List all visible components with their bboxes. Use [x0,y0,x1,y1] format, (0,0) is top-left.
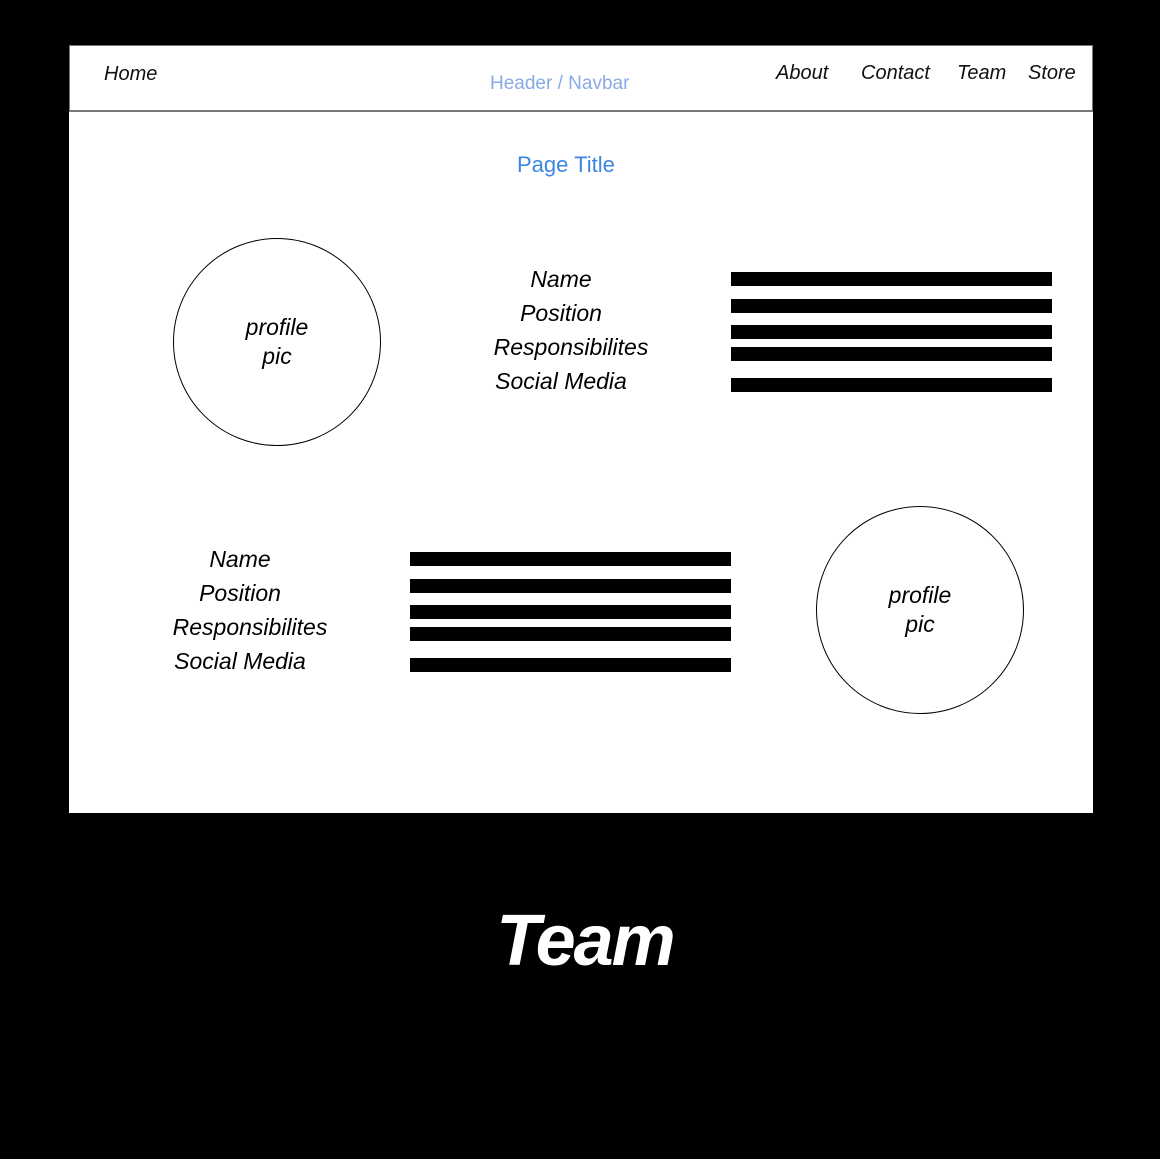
nav-team-link[interactable]: Team [957,62,1006,85]
member-responsibilities-label: Responsibilites [172,614,328,640]
text-placeholder-bar [731,325,1052,339]
member-social-media-label: Social Media [495,368,627,394]
member-social-media-label: Social Media [174,648,306,674]
nav-home-link[interactable]: Home [104,63,157,86]
profile-pic-label-line1: profile [245,314,309,340]
profile-pic-placeholder: profile pic [816,506,1024,714]
text-placeholder-bar [731,347,1052,361]
profile-pic-placeholder: profile pic [173,238,381,446]
text-placeholder-bar [731,272,1052,286]
profile-pic-label-line1: profile [888,582,952,608]
page-title: Page Title [517,152,615,177]
profile-pic-label: profile pic [875,581,965,639]
wireframe-frame: Home Header / Navbar About Contact Team … [69,45,1093,813]
profile-pic-label-line2: pic [905,611,935,637]
navbar-placeholder-label: Header / Navbar [490,73,630,94]
text-placeholder-bar [410,605,731,619]
nav-about-link[interactable]: About [776,62,828,85]
text-placeholder-bar [731,378,1052,392]
text-placeholder-bar [731,299,1052,313]
member-responsibilities-label: Responsibilites [493,334,649,360]
member-name-label: Name [209,546,271,572]
nav-contact-link[interactable]: Contact [861,62,930,85]
text-placeholder-bar [410,627,731,641]
member-name-label: Name [530,266,592,292]
text-placeholder-bar [410,658,731,672]
header-navbar: Home Header / Navbar About Contact Team … [69,45,1093,112]
nav-store-link[interactable]: Store [1028,62,1076,85]
member-position-label: Position [520,300,602,326]
profile-pic-label-line2: pic [262,343,292,369]
page-caption: Team [496,901,675,981]
profile-pic-label: profile pic [232,313,322,371]
text-placeholder-bar [410,552,731,566]
member-position-label: Position [199,580,281,606]
text-placeholder-bar [410,579,731,593]
